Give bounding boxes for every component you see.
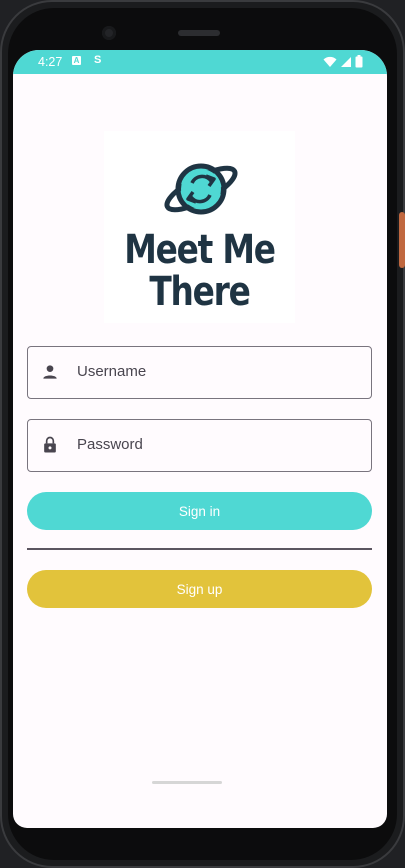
home-indicator[interactable] — [152, 781, 222, 784]
person-icon — [43, 365, 57, 379]
app-logo: Meet Me There — [104, 131, 295, 323]
battery-icon — [355, 55, 363, 68]
earpiece-speaker — [178, 30, 220, 36]
divider — [27, 548, 372, 550]
sign-up-button[interactable]: Sign up — [27, 570, 372, 608]
sign-in-button[interactable]: Sign in — [27, 492, 372, 530]
app-screen: 4:27 A S Meet Me There Username Password… — [13, 50, 387, 828]
status-bar: 4:27 A S — [13, 50, 387, 74]
wifi-icon — [323, 56, 337, 67]
username-label: Username — [77, 363, 147, 380]
status-time: 4:27 — [38, 55, 63, 69]
phone-frame: 4:27 A S Meet Me There Username Password… — [0, 0, 405, 868]
signal-icon — [341, 56, 351, 67]
front-camera — [102, 26, 116, 40]
password-label: Password — [77, 436, 143, 453]
logo-title-line2: There — [149, 269, 250, 315]
power-button[interactable] — [399, 212, 405, 268]
notification-a-icon: A — [72, 56, 81, 65]
username-field[interactable]: Username — [27, 346, 372, 399]
logo-title-line1: Meet Me — [124, 227, 276, 273]
password-field[interactable]: Password — [27, 419, 372, 472]
planet-arrows-icon — [164, 163, 238, 215]
notification-s-icon: S — [94, 54, 102, 66]
status-icons — [323, 55, 363, 68]
lock-icon — [44, 436, 56, 453]
